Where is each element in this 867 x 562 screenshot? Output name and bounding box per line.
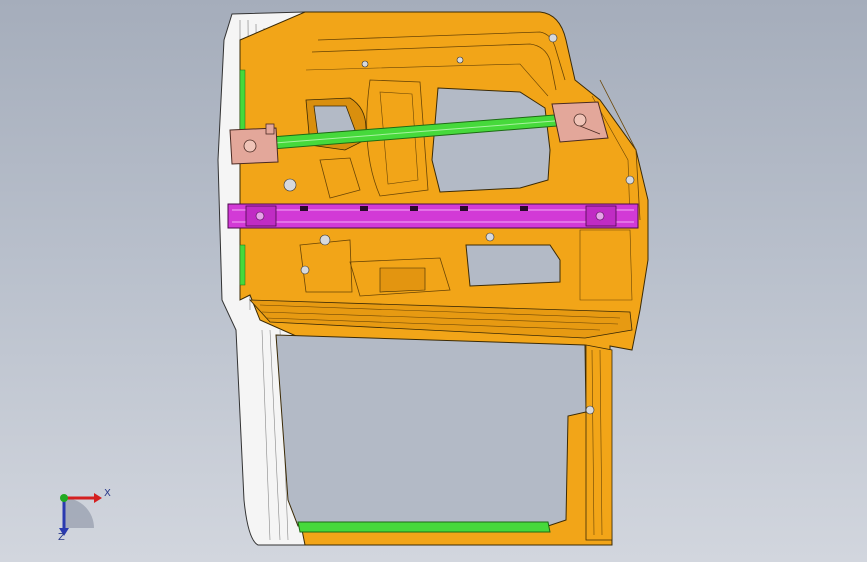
y-axis-dot: [60, 494, 68, 502]
seal-strip-lower[interactable]: [239, 244, 246, 286]
coordinate-triad: X Z: [58, 488, 111, 542]
z-axis-label: Z: [58, 532, 65, 542]
right-hinge-bracket[interactable]: [551, 101, 609, 143]
x-axis-label: X: [104, 488, 111, 499]
door-assembly-model[interactable]: [0, 0, 867, 562]
triad-quadrant: [64, 498, 94, 528]
cad-viewport[interactable]: X Z: [0, 0, 867, 562]
x-axis-arrowhead: [94, 493, 102, 503]
left-hinge-bracket[interactable]: [229, 123, 279, 165]
inner-panel[interactable]: [239, 11, 649, 546]
reinforcement-beam[interactable]: [227, 203, 639, 229]
bottom-guide-rail[interactable]: [297, 521, 551, 533]
